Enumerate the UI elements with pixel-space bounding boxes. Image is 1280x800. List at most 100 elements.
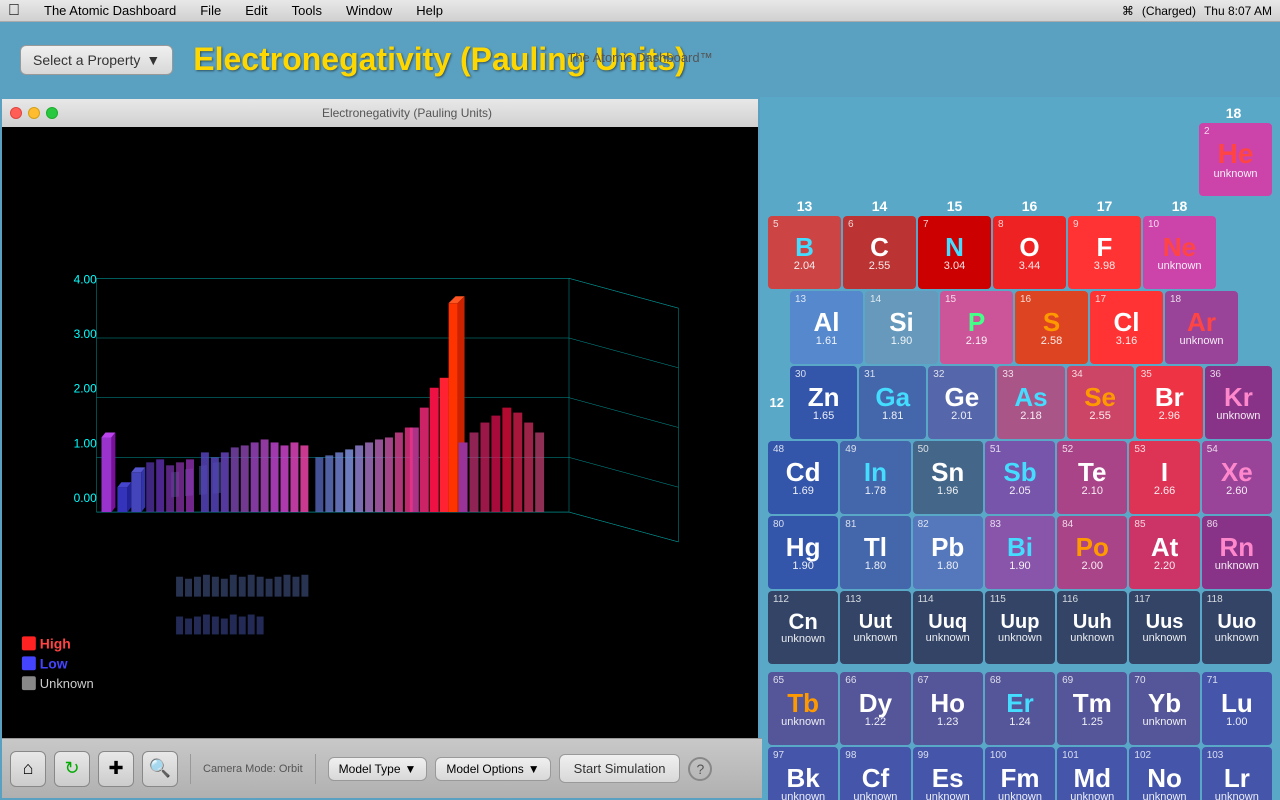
element-Br[interactable]: 35 Br 2.96 <box>1136 366 1203 439</box>
gh-13: 13 <box>768 198 841 214</box>
element-Rn[interactable]: 86 Rn unknown <box>1202 516 1272 589</box>
element-Ne[interactable]: 10 Ne unknown <box>1143 216 1216 289</box>
element-Te[interactable]: 52 Te 2.10 <box>1057 441 1127 514</box>
dropdown-arrow-icon: ▼ <box>146 52 160 68</box>
pt-row-period5-pblock: 48 Cd 1.69 49 In 1.78 50 Sn 1.96 <box>768 441 1272 514</box>
element-S[interactable]: 16 S 2.58 <box>1015 291 1088 364</box>
element-C[interactable]: 6 C 2.55 <box>843 216 916 289</box>
svg-text:2.00: 2.00 <box>74 382 98 396</box>
element-Cf[interactable]: 98 Cf unknown <box>840 747 910 800</box>
svg-text:3.00: 3.00 <box>74 327 98 341</box>
model-options-button[interactable]: Model Options ▼ <box>435 757 550 781</box>
menu-edit[interactable]: Edit <box>241 3 271 18</box>
element-Uuo[interactable]: 118 Uuo unknown <box>1202 591 1272 664</box>
rotate-button[interactable]: ↻ <box>54 751 90 787</box>
element-Sb[interactable]: 51 Sb 2.05 <box>985 441 1055 514</box>
element-I[interactable]: 53 I 2.66 <box>1129 441 1199 514</box>
element-In[interactable]: 49 In 1.78 <box>840 441 910 514</box>
app-window: Select a Property ▼ Electronegativity (P… <box>0 22 1280 800</box>
menu-bar:  The Atomic Dashboard File Edit Tools W… <box>0 0 1280 22</box>
element-Ar[interactable]: 18 Ar unknown <box>1165 291 1238 364</box>
svg-text:Unknown: Unknown <box>40 676 94 691</box>
menu-window[interactable]: Window <box>342 3 396 18</box>
element-He[interactable]: 2 He unknown <box>1199 123 1272 196</box>
maximize-button[interactable] <box>46 107 58 119</box>
period-12b-label: 12 <box>768 395 788 410</box>
element-O[interactable]: 8 O 3.44 <box>993 216 1066 289</box>
element-Xe[interactable]: 54 Xe 2.60 <box>1202 441 1272 514</box>
element-Uut[interactable]: 113 Uut unknown <box>840 591 910 664</box>
group-18-header: 18 <box>1197 105 1270 121</box>
element-Se[interactable]: 34 Se 2.55 <box>1067 366 1134 439</box>
element-Cn[interactable]: 112 Cn unknown <box>768 591 838 664</box>
svg-text:High: High <box>40 635 71 651</box>
select-property-button[interactable]: Select a Property ▼ <box>20 45 173 75</box>
home-icon: ⌂ <box>23 758 34 779</box>
element-Si[interactable]: 14 Si 1.90 <box>865 291 938 364</box>
element-Tl[interactable]: 81 Tl 1.80 <box>840 516 910 589</box>
element-Tb[interactable]: 65 Tb unknown <box>768 672 838 745</box>
chart-area[interactable]: 4.00 3.00 2.00 1.00 0.00 <box>2 127 758 738</box>
element-Bi[interactable]: 83 Bi 1.90 <box>985 516 1055 589</box>
element-Uuh[interactable]: 116 Uuh unknown <box>1057 591 1127 664</box>
home-button[interactable]: ⌂ <box>10 751 46 787</box>
element-Er[interactable]: 68 Er 1.24 <box>985 672 1055 745</box>
menu-help[interactable]: Help <box>412 3 447 18</box>
element-B[interactable]: 5 B 2.04 <box>768 216 841 289</box>
pt-row-actinides: 97 Bk unknown 98 Cf unknown 99 Es unknow… <box>768 747 1272 800</box>
menu-file[interactable]: File <box>196 3 225 18</box>
element-Md[interactable]: 101 Md unknown <box>1057 747 1127 800</box>
left-panel: Electronegativity (Pauling Units) 4.00 3… <box>0 97 760 800</box>
element-Ho[interactable]: 67 Ho 1.23 <box>913 672 983 745</box>
element-Tm[interactable]: 69 Tm 1.25 <box>1057 672 1127 745</box>
element-Ga[interactable]: 31 Ga 1.81 <box>859 366 926 439</box>
separator2 <box>315 754 316 784</box>
move-button[interactable]: ✚ <box>98 751 134 787</box>
element-Uuq[interactable]: 114 Uuq unknown <box>913 591 983 664</box>
element-Kr[interactable]: 36 Kr unknown <box>1205 366 1272 439</box>
element-Uus[interactable]: 117 Uus unknown <box>1129 591 1199 664</box>
gh-15: 15 <box>918 198 991 214</box>
element-P[interactable]: 15 P 2.19 <box>940 291 1013 364</box>
element-At[interactable]: 85 At 2.20 <box>1129 516 1199 589</box>
element-Al[interactable]: 13 Al 1.61 <box>790 291 863 364</box>
pt-row-period7-pblock: 112 Cn unknown 113 Uut unknown 114 Uuq u… <box>768 591 1272 664</box>
element-Ge[interactable]: 32 Ge 2.01 <box>928 366 995 439</box>
element-Hg[interactable]: 80 Hg 1.90 <box>768 516 838 589</box>
element-Pb[interactable]: 82 Pb 1.80 <box>913 516 983 589</box>
element-F[interactable]: 9 F 3.98 <box>1068 216 1141 289</box>
element-Bk[interactable]: 97 Bk unknown <box>768 747 838 800</box>
element-Yb[interactable]: 70 Yb unknown <box>1129 672 1199 745</box>
element-Cd[interactable]: 48 Cd 1.69 <box>768 441 838 514</box>
element-Es[interactable]: 99 Es unknown <box>913 747 983 800</box>
menu-tools[interactable]: Tools <box>288 3 326 18</box>
element-N[interactable]: 7 N 3.04 <box>918 216 991 289</box>
bottom-toolbar: ⌂ ↻ ✚ 🔍 Camera Mode: Orbit Mode <box>2 738 762 798</box>
element-As[interactable]: 33 As 2.18 <box>997 366 1064 439</box>
minimize-button[interactable] <box>28 107 40 119</box>
svg-text:Low: Low <box>40 655 68 671</box>
gh-14: 14 <box>843 198 916 214</box>
main-content: Electronegativity (Pauling Units) 4.00 3… <box>0 97 1280 800</box>
element-Lu[interactable]: 71 Lu 1.00 <box>1202 672 1272 745</box>
model-type-button[interactable]: Model Type ▼ <box>328 757 428 781</box>
element-Uup[interactable]: 115 Uup unknown <box>985 591 1055 664</box>
gh-17: 17 <box>1068 198 1141 214</box>
property-title: Electronegativity (Pauling Units) <box>193 41 686 78</box>
element-Po[interactable]: 84 Po 2.00 <box>1057 516 1127 589</box>
apple-menu[interactable]:  <box>8 2 20 20</box>
search-button[interactable]: 🔍 <box>142 751 178 787</box>
help-button[interactable]: ? <box>688 757 712 781</box>
element-Cl[interactable]: 17 Cl 3.16 <box>1090 291 1163 364</box>
inner-window-title: Electronegativity (Pauling Units) <box>64 106 750 120</box>
element-Zn[interactable]: 30 Zn 1.65 <box>790 366 857 439</box>
periodic-table-display: 18 2 He unknown 13 14 15 16 17 18 <box>768 105 1272 792</box>
element-Dy[interactable]: 66 Dy 1.22 <box>840 672 910 745</box>
element-Sn[interactable]: 50 Sn 1.96 <box>913 441 983 514</box>
element-Fm[interactable]: 100 Fm unknown <box>985 747 1055 800</box>
close-button[interactable] <box>10 107 22 119</box>
start-simulation-button[interactable]: Start Simulation <box>559 754 681 783</box>
element-No[interactable]: 102 No unknown <box>1129 747 1199 800</box>
element-Lr[interactable]: 103 Lr unknown <box>1202 747 1272 800</box>
inner-window-bar: Electronegativity (Pauling Units) <box>2 99 758 127</box>
